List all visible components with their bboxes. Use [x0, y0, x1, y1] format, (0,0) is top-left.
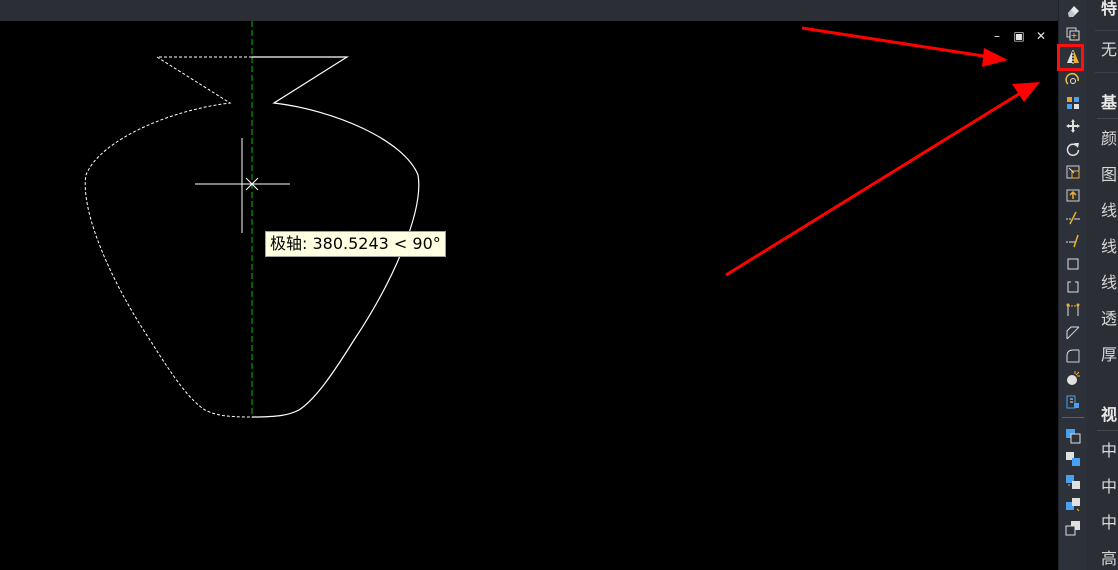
break-icon	[1067, 281, 1079, 293]
trim-button[interactable]	[1063, 208, 1083, 228]
send-under-icon	[1066, 498, 1080, 512]
join-button[interactable]	[1063, 300, 1083, 320]
copy-button[interactable]	[1063, 24, 1083, 44]
drawing-title-bar	[0, 0, 1058, 21]
fillet-icon	[1066, 349, 1080, 363]
explode-icon	[1067, 371, 1080, 385]
prop-row-center-x[interactable]: 中	[1101, 442, 1118, 460]
offset-icon	[1065, 72, 1079, 85]
prop-row-linetype[interactable]: 线	[1101, 202, 1118, 220]
bring-text-front-button[interactable]	[1063, 518, 1083, 538]
break-at-point-button[interactable]	[1063, 254, 1083, 274]
scale-button[interactable]	[1063, 162, 1083, 182]
extend-icon	[1066, 234, 1079, 248]
section-rule	[1097, 430, 1118, 431]
section-view[interactable]: 视	[1101, 406, 1118, 424]
section-rule	[1097, 118, 1118, 119]
chamfer-button[interactable]	[1063, 323, 1083, 343]
stretch-icon	[1066, 189, 1080, 202]
prop-row-center-y[interactable]: 中	[1101, 478, 1118, 496]
selection-dropdown[interactable]: 无	[1101, 41, 1118, 59]
array-icon	[1067, 97, 1079, 109]
modify-toolbar	[1058, 0, 1087, 570]
panel-divider	[1095, 72, 1118, 73]
bring-above-button[interactable]	[1063, 472, 1083, 492]
move-icon	[1066, 119, 1080, 133]
prop-row-color[interactable]: 颜	[1101, 130, 1118, 148]
prop-row-lineweight[interactable]: 线	[1101, 274, 1118, 292]
copy-icon	[1066, 27, 1080, 41]
draw-order-front-button[interactable]	[1063, 426, 1083, 446]
stretch-button[interactable]	[1063, 185, 1083, 205]
panel-divider	[1095, 30, 1118, 31]
minimize-window-button[interactable]: –	[990, 30, 1004, 42]
erase-icon	[1068, 6, 1079, 17]
prop-row-layer[interactable]: 图	[1101, 166, 1118, 184]
break-at-point-icon	[1067, 258, 1079, 270]
properties-panel: 特 无 基 颜 图 线 线 线 透 厚 视 中 中 中 高	[1087, 0, 1118, 570]
annotation-arrow-upper	[801, 26, 1008, 67]
edit-block-button[interactable]	[1063, 392, 1083, 412]
prop-row-linetype-scale[interactable]: 线	[1101, 238, 1118, 256]
trim-icon	[1066, 211, 1080, 225]
chamfer-icon	[1066, 326, 1080, 340]
prop-row-transparency[interactable]: 透	[1101, 310, 1118, 328]
section-basic[interactable]: 基	[1101, 94, 1118, 112]
drawing-svg	[84, 21, 1040, 418]
bring-text-front-icon	[1065, 521, 1080, 536]
prop-row-center-z[interactable]: 中	[1101, 514, 1118, 532]
annotation-arrow-lower	[725, 82, 1040, 277]
edit-block-icon	[1066, 395, 1079, 409]
explode-button[interactable]	[1063, 369, 1083, 389]
fillet-button[interactable]	[1063, 346, 1083, 366]
scale-icon	[1066, 165, 1080, 179]
extend-button[interactable]	[1063, 231, 1083, 251]
restore-window-button[interactable]: ▣	[1012, 30, 1026, 42]
prop-row-thickness[interactable]: 厚	[1101, 346, 1118, 364]
array-button[interactable]	[1063, 93, 1083, 113]
polar-tracking-tooltip: 极轴: 380.5243 < 90°	[265, 231, 446, 257]
rotate-button[interactable]	[1063, 139, 1083, 159]
draw-order-front-icon	[1066, 429, 1081, 444]
draw-order-back-icon	[1066, 452, 1080, 466]
crosshair-cursor	[195, 138, 290, 233]
rotate-icon	[1066, 143, 1080, 156]
mirror-button-highlight	[1057, 44, 1084, 71]
prop-row-height[interactable]: 高	[1101, 550, 1118, 568]
close-window-button[interactable]: ✕	[1034, 30, 1048, 42]
drawing-canvas[interactable]: – ▣ ✕ 极轴: 380.5243 < 90°	[0, 21, 1058, 570]
draw-order-back-button[interactable]	[1063, 449, 1083, 469]
erase-button[interactable]	[1063, 1, 1083, 21]
bring-above-icon	[1066, 475, 1080, 489]
toolbar-separator	[1062, 417, 1084, 418]
offset-button[interactable]	[1063, 70, 1083, 90]
properties-header: 特	[1101, 0, 1118, 18]
send-under-button[interactable]	[1063, 495, 1083, 515]
vase-left-half	[84, 56, 253, 418]
move-button[interactable]	[1063, 116, 1083, 136]
join-icon	[1066, 303, 1080, 316]
break-button[interactable]	[1063, 277, 1083, 297]
